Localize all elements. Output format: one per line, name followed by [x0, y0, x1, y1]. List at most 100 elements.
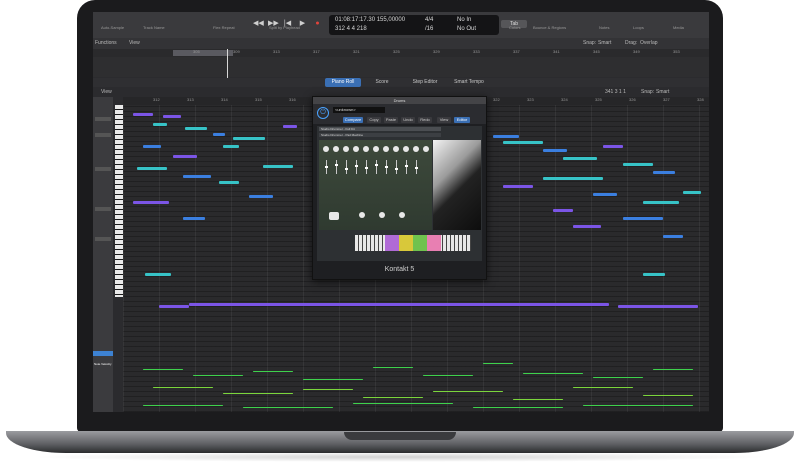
redo-button[interactable]: Redo [418, 117, 432, 123]
velocity-note[interactable] [253, 371, 293, 372]
playhead[interactable] [227, 49, 228, 79]
toolbar-item[interactable]: Track Name [143, 25, 165, 30]
fader-knob[interactable] [345, 168, 348, 170]
midi-note[interactable] [219, 181, 239, 184]
midi-note[interactable] [623, 217, 663, 220]
drum-pad[interactable] [423, 146, 429, 152]
velocity-note[interactable] [583, 405, 693, 406]
undo-button[interactable]: Undo [401, 117, 415, 123]
velocity-note[interactable] [483, 363, 513, 364]
midi-note[interactable] [618, 305, 698, 308]
velocity-note[interactable] [643, 395, 693, 396]
toolbar-item[interactable]: Notes [599, 25, 609, 30]
velocity-note[interactable] [423, 375, 473, 376]
midi-note[interactable] [653, 171, 675, 174]
midi-note[interactable] [593, 193, 617, 196]
inspector-selection[interactable] [93, 351, 113, 356]
midi-note[interactable] [183, 175, 211, 178]
drum-pad[interactable] [333, 146, 339, 152]
midi-note[interactable] [543, 149, 567, 152]
tab-smart-tempo[interactable]: Smart Tempo [449, 78, 489, 87]
power-icon[interactable]: ⏻ [317, 107, 329, 119]
toolbar-item[interactable]: Bounce & Regions [533, 25, 566, 30]
toolbar-item[interactable]: Auto-Sample [101, 25, 124, 30]
drum-pad[interactable] [363, 146, 369, 152]
velocity-note[interactable] [653, 369, 693, 370]
fader-knob[interactable] [395, 168, 398, 170]
velocity-note[interactable] [243, 407, 333, 408]
drum-pad[interactable] [393, 146, 399, 152]
velocity-note[interactable] [433, 391, 503, 392]
fader[interactable] [406, 160, 407, 174]
plugin-title[interactable]: Drums [313, 97, 486, 104]
velocity-note[interactable] [353, 403, 453, 404]
toolbar-item[interactable]: Split by Playhead [269, 25, 300, 30]
toolbar-item[interactable]: Flex Repeat [213, 25, 235, 30]
midi-note[interactable] [133, 201, 169, 204]
midi-note[interactable] [163, 115, 181, 118]
functions-menu[interactable]: Functions [95, 40, 117, 46]
drum-kit-icon[interactable] [329, 212, 339, 220]
copy-button[interactable]: Copy [367, 117, 381, 123]
paste-button[interactable]: Paste [384, 117, 398, 123]
inspector-control[interactable] [95, 167, 111, 171]
midi-note[interactable] [249, 195, 273, 198]
inspector-control[interactable] [95, 133, 111, 137]
midi-note[interactable] [137, 167, 167, 170]
midi-note[interactable] [643, 273, 665, 276]
velocity-note[interactable] [513, 399, 563, 400]
lcd-display[interactable]: 01:08:17:17.30 155,00000 312 4 4 218 4/4… [329, 15, 499, 35]
fader-knob[interactable] [385, 166, 388, 168]
velocity-note[interactable] [303, 389, 353, 390]
midi-note[interactable] [503, 141, 543, 144]
midi-note[interactable] [663, 235, 683, 238]
fader-knob[interactable] [405, 165, 408, 167]
fader-knob[interactable] [365, 167, 368, 169]
velocity-note[interactable] [153, 387, 213, 388]
velocity-note[interactable] [143, 369, 183, 370]
editor-button[interactable]: Editor [454, 117, 470, 123]
fader[interactable] [396, 160, 397, 174]
inspector-control[interactable] [95, 207, 111, 211]
plugin-keyboard[interactable] [355, 235, 471, 251]
drum-pad[interactable] [343, 146, 349, 152]
piano-roll-view-menu[interactable]: View [101, 89, 112, 95]
velocity-note[interactable] [473, 407, 563, 408]
arrange-ruler[interactable]: 305 309 313 317 321 325 329 333 337 341 … [93, 49, 709, 57]
fader-knob[interactable] [325, 166, 328, 168]
velocity-note[interactable] [143, 405, 223, 406]
midi-note[interactable] [183, 217, 205, 220]
midi-note[interactable] [623, 163, 653, 166]
drum-pad[interactable] [353, 146, 359, 152]
tab-piano-roll[interactable]: Piano Roll [325, 78, 361, 87]
drum-pad[interactable] [373, 146, 379, 152]
drum-pad[interactable] [413, 146, 419, 152]
toolbar-item[interactable]: Colors [509, 25, 521, 30]
plugin-window[interactable]: Drums ⏻ <unknown> Compare Copy Paste Und… [312, 96, 487, 280]
midi-note[interactable] [185, 127, 207, 130]
midi-note[interactable] [189, 303, 609, 306]
fader-knob[interactable] [415, 167, 418, 169]
inspector-control[interactable] [95, 237, 111, 241]
velocity-note[interactable] [573, 387, 633, 388]
piano-roll-snap-value[interactable]: Smart [656, 89, 669, 95]
midi-note[interactable] [643, 201, 679, 204]
fader[interactable] [376, 160, 377, 174]
toolbar-item[interactable]: Media [673, 25, 684, 30]
midi-note[interactable] [493, 135, 519, 138]
midi-note[interactable] [153, 123, 167, 126]
midi-note[interactable] [683, 191, 701, 194]
midi-note[interactable] [223, 145, 239, 148]
drag-value[interactable]: Overlap [640, 40, 658, 46]
fader[interactable] [336, 160, 337, 174]
midi-note[interactable] [233, 137, 265, 140]
toolbar-item[interactable]: Loops [633, 25, 644, 30]
midi-note[interactable] [159, 305, 189, 308]
midi-note[interactable] [563, 157, 597, 160]
velocity-note[interactable] [593, 377, 643, 378]
instrument-slot[interactable]: Studio Drummer - Full Kit [319, 127, 441, 131]
compare-button[interactable]: Compare [343, 117, 363, 123]
velocity-note[interactable] [373, 367, 413, 368]
view-menu[interactable]: View [129, 40, 140, 46]
midi-note[interactable] [543, 177, 603, 180]
